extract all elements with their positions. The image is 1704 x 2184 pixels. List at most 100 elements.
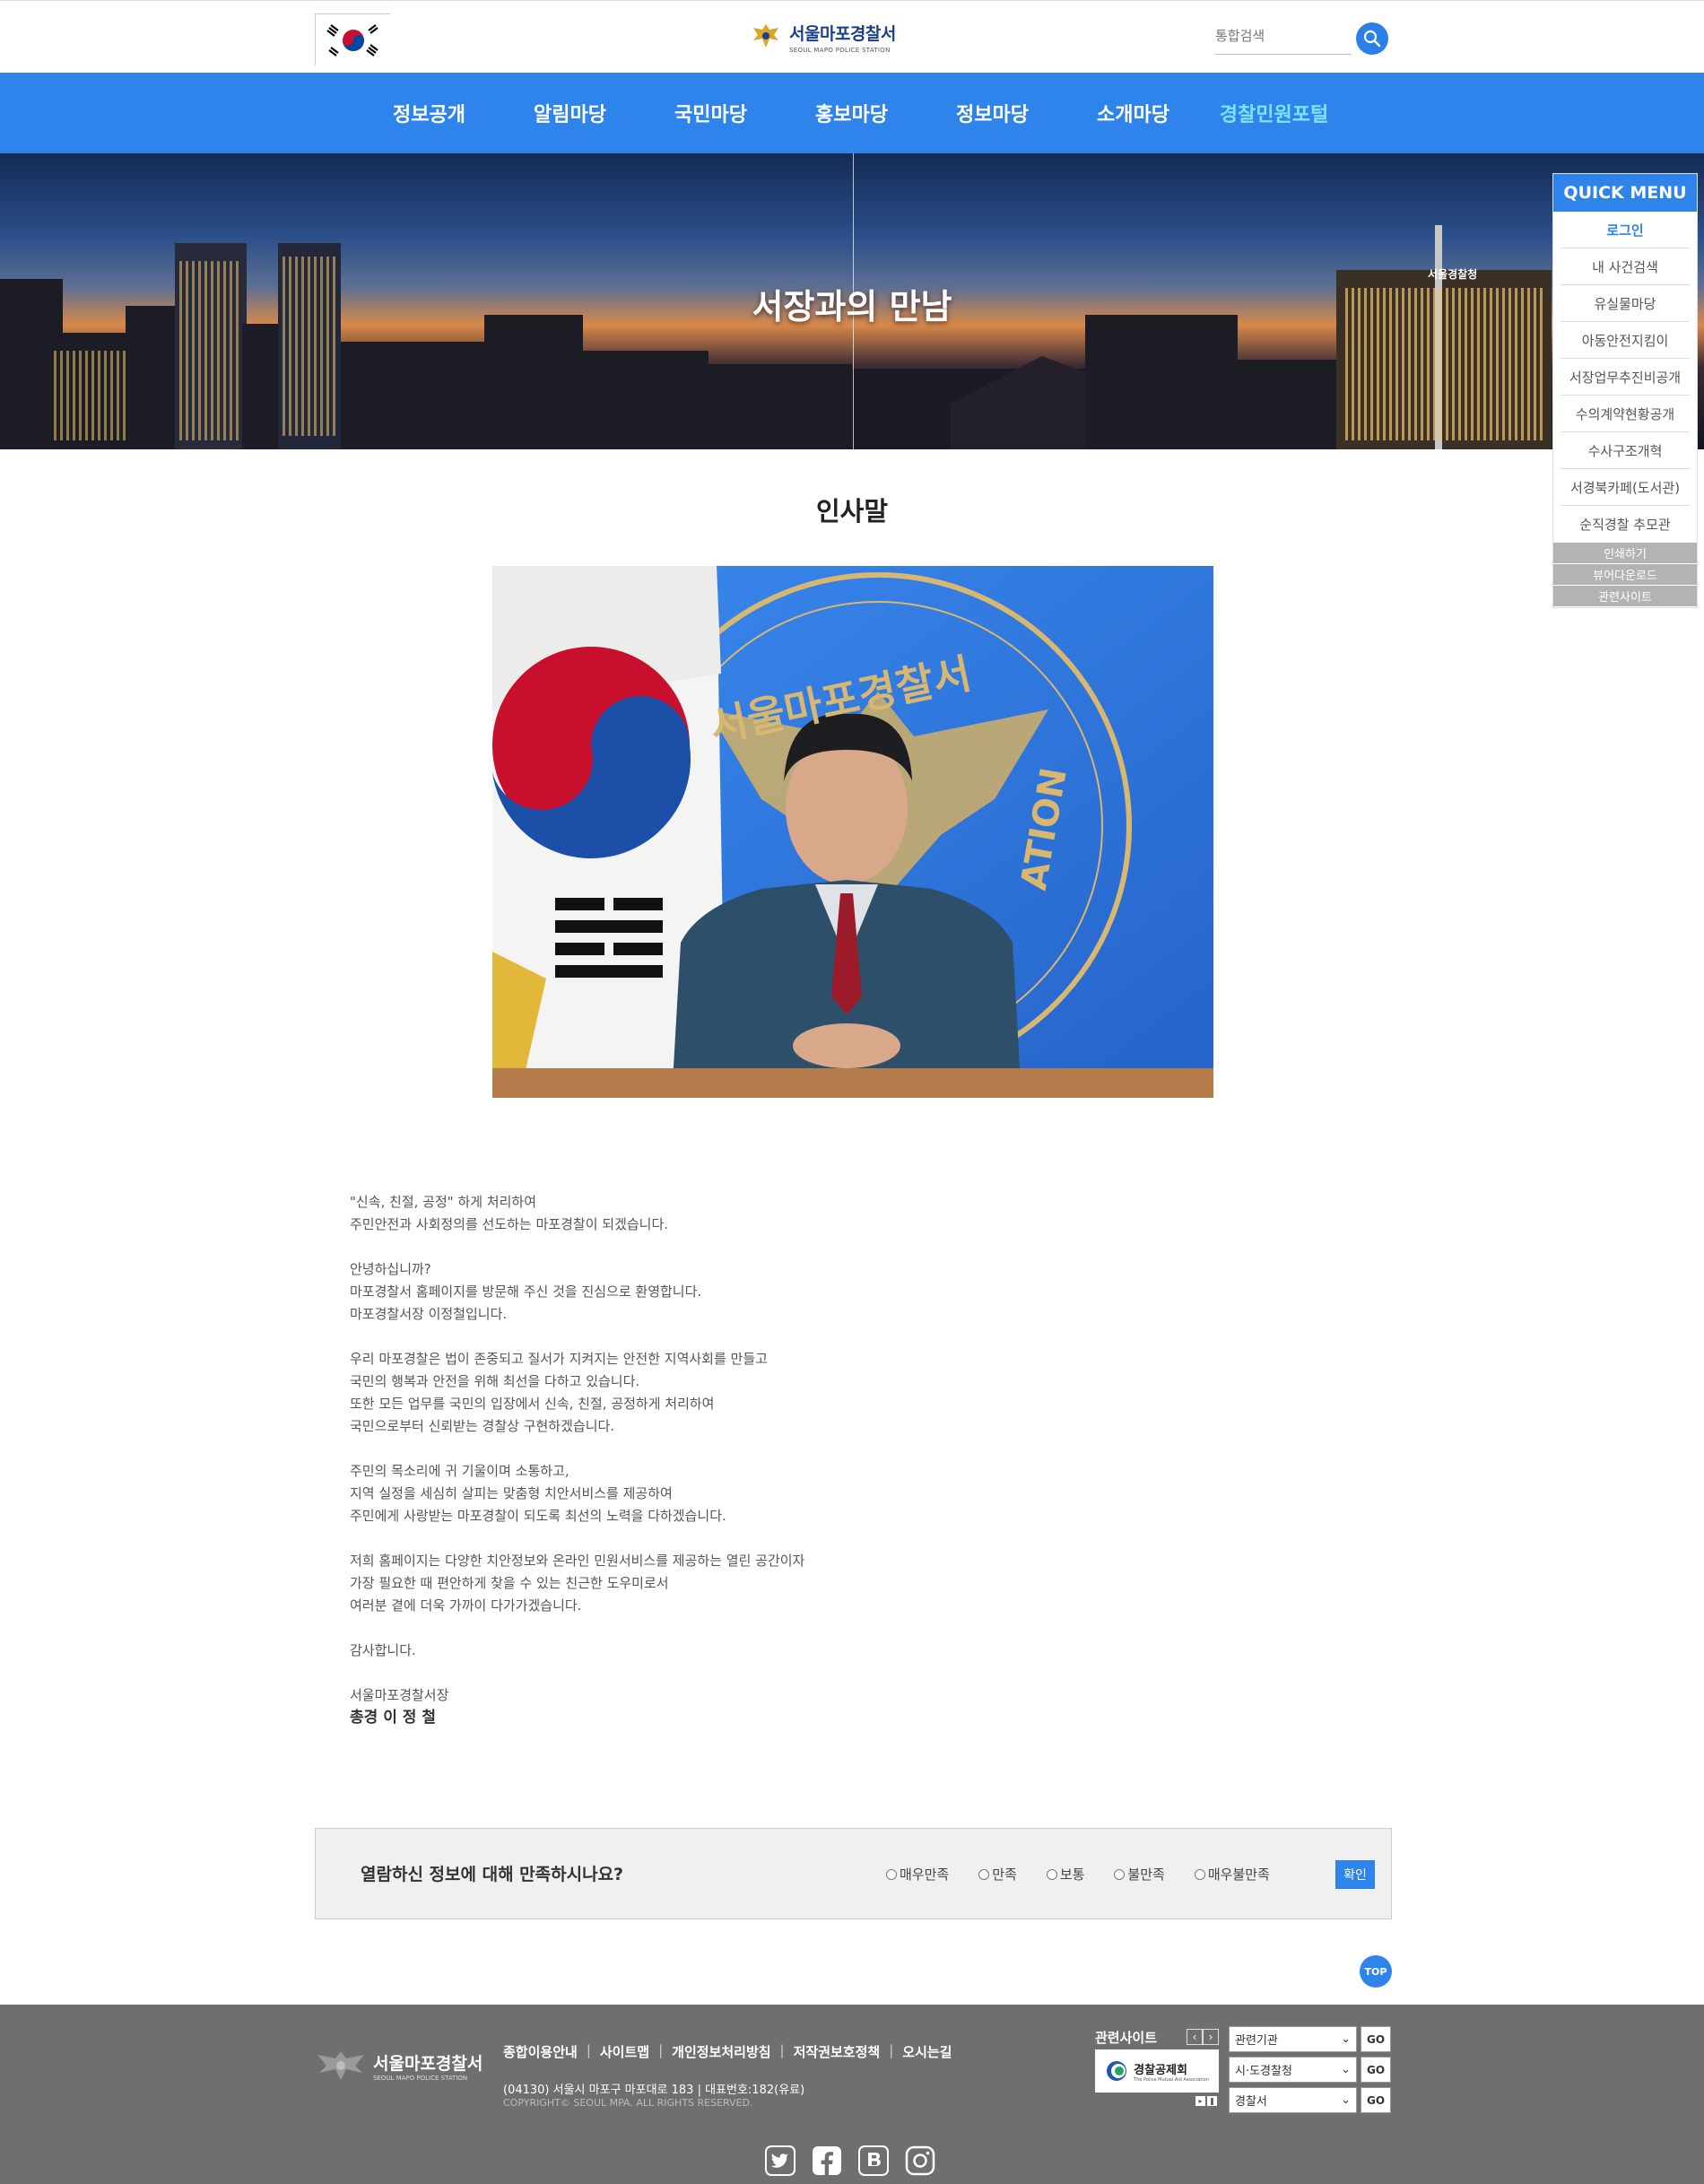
chief-photo: 서울마포경찰서 ATION xyxy=(492,566,1213,1098)
pause-icon[interactable]: ❚ xyxy=(1207,2096,1217,2106)
related-select-row: 관련기관 ⌄ GO xyxy=(1229,2026,1391,2052)
survey-option-label: 불만족 xyxy=(1127,1866,1165,1883)
select-value: 관련기관 xyxy=(1235,2034,1278,2048)
radio-icon[interactable] xyxy=(978,1868,990,1880)
logo-title: 서울마포경찰서 xyxy=(789,23,896,44)
select-value: 시·도경찰청 xyxy=(1235,2065,1292,2078)
korean-flag-icon[interactable] xyxy=(315,13,391,66)
chevron-down-icon: ⌄ xyxy=(1341,2063,1351,2076)
letter-line: 감사합니다. xyxy=(350,1642,416,1658)
letter-paragraph: 저희 홈페이지는 다양한 치안정보와 온라인 민원서비스를 제공하는 열린 공간… xyxy=(350,1550,1157,1617)
footer-logo[interactable]: 서울마포경찰서 SEOUL MAPO POLICE STATION xyxy=(314,2048,483,2084)
survey-option-neutral[interactable]: 보통 xyxy=(1046,1865,1085,1884)
nav-item-citizen[interactable]: 국민마당 xyxy=(640,73,781,153)
metro-police-select[interactable]: 시·도경찰청 ⌄ xyxy=(1229,2057,1357,2083)
footer-separator: | xyxy=(779,2042,785,2058)
chevron-right-icon[interactable]: › xyxy=(1203,2029,1219,2045)
satisfaction-survey: 열람하신 정보에 대해 만족하시나요? 매우만족 만족 보통 불만족 매우불만족… xyxy=(315,1828,1392,1919)
social-links xyxy=(765,2145,935,2176)
footer-link-copyright-policy[interactable]: 저작권보호정책 xyxy=(794,2042,881,2061)
quick-menu-expense-disclosure[interactable]: 서장업무추진비공개 xyxy=(1561,359,1690,396)
letter-line: "신속, 친절, 공정" 하게 처리하여 xyxy=(350,1194,537,1210)
instagram-icon[interactable] xyxy=(905,2145,935,2176)
survey-option-satisfied[interactable]: 만족 xyxy=(978,1865,1017,1884)
nav-item-info-disclosure[interactable]: 정보공개 xyxy=(359,73,500,153)
letter-line: 마포경찰서 홈페이지를 방문해 주신 것을 진심으로 환영합니다. xyxy=(350,1283,702,1300)
site-footer: 서울마포경찰서 SEOUL MAPO POLICE STATION 종합이용안내… xyxy=(0,2005,1704,2184)
letter-paragraph: 우리 마포경찰은 법이 존중되고 질서가 지켜지는 안전한 지역사회를 만들고 … xyxy=(350,1348,1157,1438)
letter-paragraph: 감사합니다. xyxy=(350,1640,1157,1662)
footer-logo-subtitle: SEOUL MAPO POLICE STATION xyxy=(373,2074,468,2082)
select-value: 경찰서 xyxy=(1235,2095,1267,2109)
quick-menu-lost-items[interactable]: 유실물마당 xyxy=(1561,285,1690,322)
go-button[interactable]: GO xyxy=(1361,2026,1391,2052)
quick-menu-related-sites[interactable]: 관련사이트 xyxy=(1553,586,1697,607)
quick-menu-child-safety[interactable]: 아동안전지킴이 xyxy=(1561,322,1690,359)
chevron-down-icon: ⌄ xyxy=(1341,2032,1351,2046)
letter-line: 주민의 목소리에 귀 기울이며 소통하고, xyxy=(350,1463,569,1479)
nav-item-notice[interactable]: 알림마당 xyxy=(500,73,640,153)
footer-link-sitemap[interactable]: 사이트맵 xyxy=(600,2042,649,2061)
radio-icon[interactable] xyxy=(1194,1868,1205,1880)
banner-building xyxy=(484,315,583,449)
footer-link-guide[interactable]: 종합이용안내 xyxy=(503,2042,578,2061)
related-select-row: 경찰서 ⌄ GO xyxy=(1229,2087,1391,2113)
quick-menu-contract-disclosure[interactable]: 수의계약현황공개 xyxy=(1561,396,1690,432)
quick-menu-case-search[interactable]: 내 사건검색 xyxy=(1561,248,1690,285)
footer-separator: | xyxy=(658,2042,664,2058)
footer-link-directions[interactable]: 오시는길 xyxy=(902,2042,952,2061)
banner-building xyxy=(1184,360,1354,449)
letter-line: 주민에게 사랑받는 마포경찰이 되도록 최선의 노력을 다하겠습니다. xyxy=(350,1508,726,1524)
go-button[interactable]: GO xyxy=(1361,2057,1391,2083)
letter-signature: 서울마포경찰서장 총경 이 정 철 xyxy=(350,1684,1157,1729)
banner-building xyxy=(700,364,852,449)
survey-option-label: 매우불만족 xyxy=(1207,1866,1270,1883)
letter-line: 마포경찰서장 이정철입니다. xyxy=(350,1306,508,1322)
related-select-row: 시·도경찰청 ⌄ GO xyxy=(1229,2057,1391,2083)
go-button[interactable]: GO xyxy=(1361,2087,1391,2113)
letter-paragraph: 주민의 목소리에 귀 기울이며 소통하고, 지역 실정을 세심히 살피는 맞춤형… xyxy=(350,1460,1157,1527)
logo-subtitle: SEOUL MAPO POLICE STATION xyxy=(789,46,891,54)
search-box xyxy=(1215,21,1352,55)
nav-item-information[interactable]: 정보마당 xyxy=(922,73,1063,153)
play-icon[interactable]: ▸ xyxy=(1195,2096,1205,2106)
quick-menu-viewer-download[interactable]: 뷰어다운로드 xyxy=(1553,564,1697,586)
quick-menu: QUICK MENU 로그인 내 사건검색 유실물마당 아동안전지킴이 서장업무… xyxy=(1552,173,1698,608)
police-emblem-icon xyxy=(317,2051,364,2080)
footer-copyright: COPYRIGHT© SEOUL MPA. ALL RIGHTS RESERVE… xyxy=(503,2097,753,2109)
related-banner-title: 경찰공제회 xyxy=(1134,2063,1187,2077)
letter-line: 국민으로부터 신뢰받는 경찰상 구현하겠습니다. xyxy=(350,1418,615,1434)
radio-icon[interactable] xyxy=(886,1868,897,1880)
survey-option-very-satisfied[interactable]: 매우만족 xyxy=(886,1865,949,1884)
survey-option-very-dissatisfied[interactable]: 매우불만족 xyxy=(1194,1865,1270,1884)
survey-option-dissatisfied[interactable]: 불만족 xyxy=(1114,1865,1165,1884)
survey-option-label: 만족 xyxy=(992,1866,1017,1883)
site-logo[interactable]: 서울마포경찰서 SEOUL MAPO POLICE STATION xyxy=(750,17,929,57)
nav-item-introduction[interactable]: 소개마당 xyxy=(1063,73,1204,153)
quick-menu-print[interactable]: 인쇄하기 xyxy=(1553,543,1697,564)
related-site-banner[interactable]: 경찰공제회 The Police Mutual Aid Association xyxy=(1095,2049,1219,2093)
survey-option-label: 보통 xyxy=(1059,1866,1085,1883)
survey-submit-button[interactable]: 확인 xyxy=(1335,1860,1375,1889)
related-agency-select[interactable]: 관련기관 ⌄ xyxy=(1229,2026,1357,2052)
search-button[interactable] xyxy=(1356,22,1388,55)
survey-option-label: 매우만족 xyxy=(900,1866,950,1883)
scroll-top-button[interactable]: TOP xyxy=(1360,1955,1392,1988)
survey-options: 매우만족 만족 보통 불만족 매우불만족 xyxy=(886,1865,1300,1884)
quick-menu-login[interactable]: 로그인 xyxy=(1561,212,1690,248)
chevron-left-icon[interactable]: ‹ xyxy=(1187,2029,1203,2045)
radio-icon[interactable] xyxy=(1114,1868,1126,1880)
facebook-icon[interactable] xyxy=(812,2145,842,2176)
twitter-icon[interactable] xyxy=(765,2145,795,2176)
banner-building xyxy=(341,342,484,449)
search-input[interactable] xyxy=(1215,21,1350,51)
signature-name: 총경 이 정 철 xyxy=(350,1709,436,1727)
blog-icon[interactable] xyxy=(858,2145,889,2176)
nav-item-promotion[interactable]: 홍보마당 xyxy=(781,73,922,153)
nav-item-civil-portal[interactable]: 경찰민원포털 xyxy=(1204,73,1344,153)
quick-menu-investigation-reform[interactable]: 수사구조개혁 xyxy=(1561,432,1690,469)
radio-icon[interactable] xyxy=(1046,1868,1057,1880)
footer-separator: | xyxy=(586,2042,591,2058)
police-station-select[interactable]: 경찰서 ⌄ xyxy=(1229,2087,1357,2113)
footer-link-privacy[interactable]: 개인정보처리방침 xyxy=(672,2042,770,2061)
